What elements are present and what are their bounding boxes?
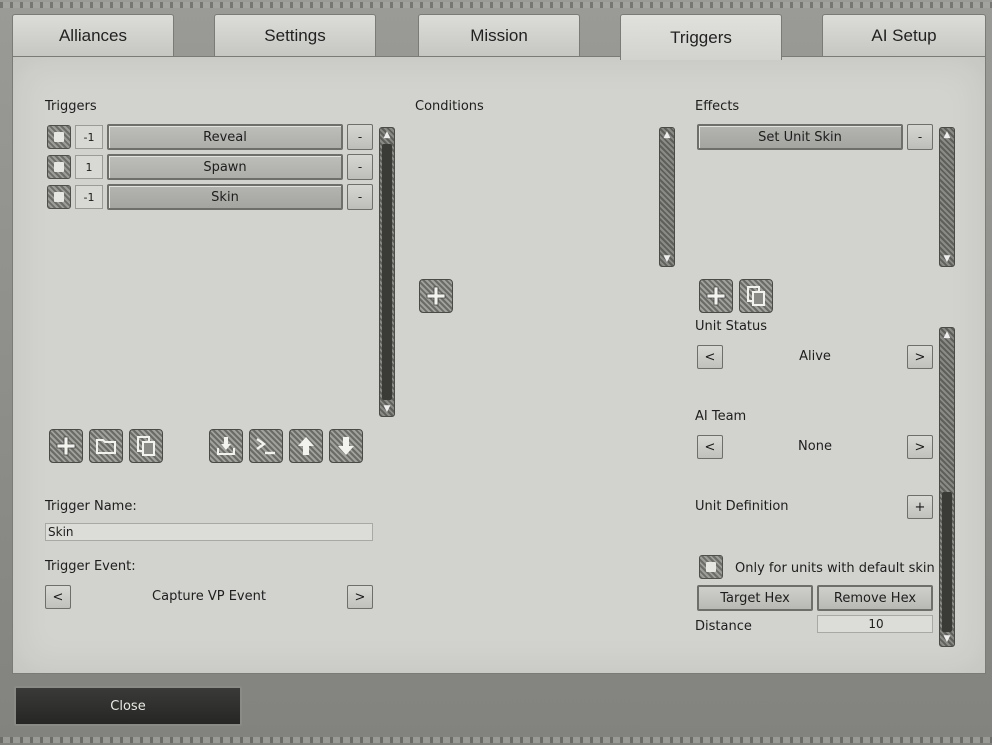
folder-icon: [96, 439, 116, 454]
remove-trigger-button[interactable]: -: [347, 154, 373, 180]
move-down-button[interactable]: [329, 429, 363, 463]
close-button[interactable]: Close: [14, 686, 242, 726]
add-condition-button[interactable]: [419, 279, 453, 313]
trigger-event-label: Trigger Event:: [45, 559, 136, 574]
copy-icon: [137, 436, 155, 456]
effect-params-scrollbar[interactable]: ▲ ▼: [939, 327, 955, 647]
remove-effect-button[interactable]: -: [907, 124, 933, 150]
copy-icon: [747, 286, 765, 306]
triggers-panel: Triggers -1 Reveal - 1 Spawn - -1 Skin -…: [12, 56, 986, 674]
plus-icon: [426, 286, 446, 306]
scroll-up-arrow-icon[interactable]: ▲: [941, 330, 953, 340]
unit-status-prev-button[interactable]: <: [697, 345, 723, 369]
default-skin-checkbox[interactable]: [699, 555, 723, 579]
rivet-strip-top: [0, 2, 992, 8]
distance-label: Distance: [695, 619, 752, 634]
scroll-down-arrow-icon[interactable]: ▼: [941, 254, 953, 264]
folder-button[interactable]: [89, 429, 123, 463]
scroll-up-arrow-icon[interactable]: ▲: [381, 130, 393, 140]
ai-team-label: AI Team: [695, 409, 747, 424]
add-trigger-button[interactable]: [49, 429, 83, 463]
tab-settings[interactable]: Settings: [214, 14, 376, 56]
copy-effect-button[interactable]: [739, 279, 773, 313]
trigger-repeat-count[interactable]: 1: [75, 155, 103, 179]
ai-team-value: None: [798, 439, 832, 454]
trigger-event-next-button[interactable]: >: [347, 585, 373, 609]
move-up-button[interactable]: [289, 429, 323, 463]
import-icon: [217, 437, 235, 455]
import-button[interactable]: [209, 429, 243, 463]
trigger-name-label: Trigger Name:: [45, 499, 137, 514]
terminal-icon: [256, 438, 275, 455]
trigger-enable-checkbox[interactable]: [47, 155, 71, 179]
tab-ai-setup[interactable]: AI Setup: [822, 14, 986, 56]
remove-hex-button[interactable]: Remove Hex: [817, 585, 933, 611]
arrow-down-icon: [338, 437, 354, 455]
effects-heading: Effects: [695, 99, 740, 114]
tab-triggers[interactable]: Triggers: [620, 14, 782, 60]
trigger-event-value: Capture VP Event: [152, 589, 266, 604]
add-effect-button[interactable]: [699, 279, 733, 313]
scroll-down-arrow-icon[interactable]: ▼: [941, 634, 953, 644]
trigger-row-skin[interactable]: Skin: [107, 184, 343, 210]
plus-icon: [706, 286, 726, 306]
trigger-enable-checkbox[interactable]: [47, 125, 71, 149]
plus-icon: [56, 436, 76, 456]
script-button[interactable]: [249, 429, 283, 463]
trigger-row-reveal[interactable]: Reveal: [107, 124, 343, 150]
arrow-up-icon: [298, 437, 314, 455]
scroll-up-arrow-icon[interactable]: ▲: [661, 130, 673, 140]
copy-trigger-button[interactable]: [129, 429, 163, 463]
triggers-scrollbar[interactable]: ▲ ▼: [379, 127, 395, 417]
remove-trigger-button[interactable]: -: [347, 184, 373, 210]
distance-input[interactable]: 10: [817, 615, 933, 633]
effect-row-set-unit-skin[interactable]: Set Unit Skin: [697, 124, 903, 150]
default-skin-label: Only for units with default skin: [735, 561, 935, 576]
target-hex-button[interactable]: Target Hex: [697, 585, 813, 611]
unit-status-next-button[interactable]: >: [907, 345, 933, 369]
tab-mission[interactable]: Mission: [418, 14, 580, 56]
trigger-repeat-count[interactable]: -1: [75, 185, 103, 209]
triggers-heading: Triggers: [45, 99, 97, 114]
add-unit-definition-button[interactable]: +: [907, 495, 933, 519]
tab-alliances[interactable]: Alliances: [12, 14, 174, 56]
trigger-repeat-count[interactable]: -1: [75, 125, 103, 149]
unit-status-label: Unit Status: [695, 319, 768, 334]
scroll-down-arrow-icon[interactable]: ▼: [661, 254, 673, 264]
trigger-event-prev-button[interactable]: <: [45, 585, 71, 609]
remove-trigger-button[interactable]: -: [347, 124, 373, 150]
unit-status-value: Alive: [799, 349, 831, 364]
effects-scrollbar[interactable]: ▲ ▼: [939, 127, 955, 267]
trigger-enable-checkbox[interactable]: [47, 185, 71, 209]
trigger-row-spawn[interactable]: Spawn: [107, 154, 343, 180]
rivet-strip-bottom: [0, 737, 992, 743]
conditions-scrollbar[interactable]: ▲ ▼: [659, 127, 675, 267]
scroll-down-arrow-icon[interactable]: ▼: [381, 404, 393, 414]
ai-team-prev-button[interactable]: <: [697, 435, 723, 459]
trigger-name-input[interactable]: Skin: [45, 523, 373, 541]
unit-definition-label: Unit Definition: [695, 499, 789, 514]
conditions-heading: Conditions: [415, 99, 484, 114]
scroll-thumb[interactable]: [382, 144, 392, 400]
ai-team-next-button[interactable]: >: [907, 435, 933, 459]
scroll-up-arrow-icon[interactable]: ▲: [941, 130, 953, 140]
scroll-thumb[interactable]: [942, 492, 952, 632]
